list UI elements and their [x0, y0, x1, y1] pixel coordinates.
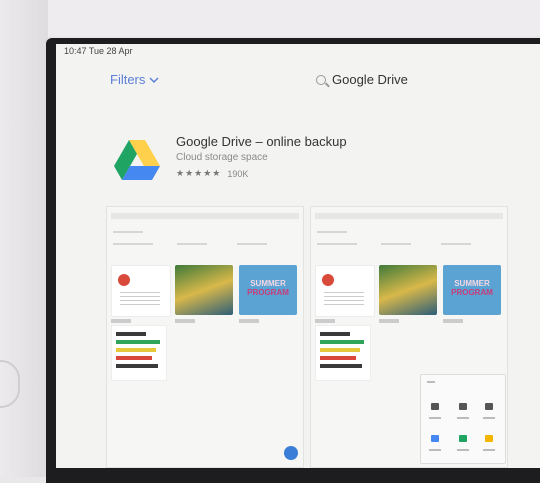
popup-title: [427, 381, 435, 383]
app-rating: ★★★★★ 190K: [176, 168, 248, 179]
popup-label: [457, 417, 469, 419]
thumbnail-caption: [315, 319, 335, 323]
screenshot-line: [317, 231, 347, 233]
folder-icon: [431, 403, 439, 410]
sheets-icon: [459, 435, 467, 442]
search-field[interactable]: Google Drive: [316, 72, 408, 87]
app-screenshot-1[interactable]: SUMMER PROGRAM: [106, 206, 304, 468]
poster-thumbnail: SUMMER PROGRAM: [239, 265, 297, 315]
upload-icon: [459, 403, 467, 410]
popup-label: [483, 417, 495, 419]
app-subtitle: Cloud storage space: [176, 152, 268, 163]
doc-thumbnail: [315, 265, 375, 317]
search-icon: [316, 74, 326, 85]
screenshot-toolbar: [111, 213, 299, 219]
app-title[interactable]: Google Drive – online backup: [176, 134, 347, 149]
star-rating-icon: ★★★★★: [176, 168, 222, 178]
camera-icon: [485, 403, 493, 410]
screenshot-line: [381, 243, 411, 245]
app-store-screen: 10:47 Tue 28 Apr Filters Google Drive Go…: [56, 44, 540, 468]
filters-label: Filters: [110, 72, 146, 87]
thumbnail-caption: [175, 319, 195, 323]
docs-icon: [431, 435, 439, 442]
slides-icon: [485, 435, 493, 442]
background-frame-top: [0, 0, 540, 36]
photo-thumbnail: [379, 265, 437, 315]
popup-label: [457, 449, 469, 451]
screenshot-line: [317, 243, 357, 245]
poster-line-2: PROGRAM: [451, 288, 493, 297]
add-icon: [284, 446, 298, 460]
spreadsheet-thumbnail: [315, 325, 371, 381]
popup-label: [483, 449, 495, 451]
poster-line-1: SUMMER: [454, 279, 490, 288]
status-bar: 10:47 Tue 28 Apr: [64, 46, 133, 56]
create-new-popup: [420, 374, 506, 464]
spreadsheet-thumbnail: [111, 325, 167, 381]
popup-label: [429, 449, 441, 451]
poster-thumbnail: SUMMER PROGRAM: [443, 265, 501, 315]
screenshot-line: [113, 231, 143, 233]
chevron-down-icon: [149, 76, 159, 83]
thumbnail-caption: [443, 319, 463, 323]
screenshot-line: [441, 243, 471, 245]
poster-line-2: PROGRAM: [247, 288, 289, 297]
screenshot-line: [113, 243, 153, 245]
doc-thumbnail: [111, 265, 171, 317]
photo-thumbnail: [175, 265, 233, 315]
review-count: 190K: [227, 168, 249, 179]
search-query: Google Drive: [332, 72, 408, 87]
thumbnail-caption: [111, 319, 131, 323]
thumbnail-caption: [239, 319, 259, 323]
screenshot-line: [237, 243, 267, 245]
google-drive-icon[interactable]: [114, 140, 160, 180]
background-frame-left: [0, 0, 48, 477]
filters-button[interactable]: Filters: [110, 72, 159, 87]
thumbnail-caption: [379, 319, 399, 323]
screenshot-line: [177, 243, 207, 245]
device-edge: [0, 360, 20, 408]
screenshot-toolbar: [315, 213, 503, 219]
poster-line-1: SUMMER: [250, 279, 286, 288]
popup-label: [429, 417, 441, 419]
